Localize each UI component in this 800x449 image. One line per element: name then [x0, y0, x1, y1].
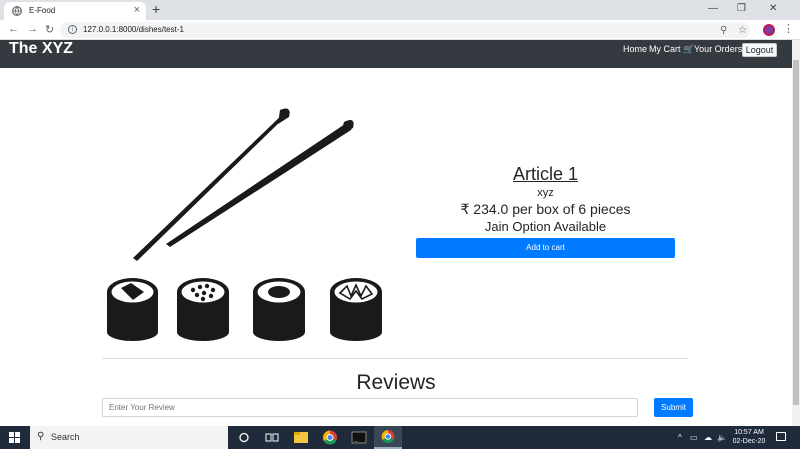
- terminal-icon[interactable]: _: [345, 426, 373, 449]
- sushi-roll-2-icon: [177, 278, 229, 341]
- minimize-icon[interactable]: —: [708, 3, 718, 14]
- reviews-heading: Reviews: [356, 371, 436, 394]
- search-icon: ⚲: [37, 431, 45, 442]
- taskbar-clock[interactable]: 10:57 AM 02-Dec-20: [731, 428, 767, 446]
- browser-tab[interactable]: E-Food ×: [4, 2, 146, 20]
- taskbar-search[interactable]: ⚲ Search: [30, 426, 228, 449]
- info-icon[interactable]: i: [68, 25, 77, 34]
- dish-option: Jain Option Available: [484, 219, 607, 234]
- site-navbar: The XYZ Home My Cart 🛒 Your Orders Logou…: [0, 40, 792, 68]
- window-close-icon[interactable]: ✕: [769, 3, 777, 14]
- tab-close-icon[interactable]: ×: [134, 4, 140, 16]
- reload-icon[interactable]: ↻: [45, 23, 54, 36]
- taskbar-search-label: Search: [51, 432, 80, 442]
- clock-date: 02-Dec-20: [732, 438, 766, 445]
- chopsticks-icon: [133, 108, 354, 262]
- new-tab-icon[interactable]: +: [152, 1, 160, 17]
- star-icon[interactable]: ☆: [738, 25, 747, 36]
- windows-start-icon[interactable]: [0, 426, 30, 449]
- forward-icon[interactable]: →: [27, 23, 38, 35]
- sushi-roll-4-icon: [330, 278, 382, 341]
- nav-cart-link[interactable]: My Cart 🛒: [649, 44, 694, 55]
- profile-avatar[interactable]: [763, 24, 775, 36]
- scroll-thumb[interactable]: [793, 60, 799, 405]
- notification-icon[interactable]: [776, 432, 786, 441]
- dish-info-panel: Article 1 xyz ₹ 234.0 per box of 6 piece…: [416, 160, 675, 258]
- nav-home-link[interactable]: Home: [623, 44, 647, 54]
- tray-chevron-icon[interactable]: ^: [678, 433, 682, 442]
- sushi-roll-1-icon: [107, 278, 158, 341]
- dish-price: ₹ 234.0 per box of 6 pieces: [460, 201, 631, 217]
- task-view-icon[interactable]: [258, 426, 286, 449]
- brand-logo[interactable]: The XYZ: [9, 40, 73, 58]
- url-text: 127.0.0.1:8000/dishes/test-1: [83, 25, 184, 34]
- address-bar[interactable]: i 127.0.0.1:8000/dishes/test-1 ⚲ ☆: [60, 22, 750, 38]
- sushi-chopsticks-image: [107, 108, 382, 341]
- section-divider: [102, 358, 688, 359]
- dish-title: Article 1: [512, 164, 579, 184]
- back-icon[interactable]: ←: [8, 23, 19, 35]
- file-explorer-icon[interactable]: [287, 426, 315, 449]
- dish-subtitle: xyz: [537, 187, 554, 199]
- windows-taskbar: ⚲ Search _ ^ ▭ ☁ 🔈 10:57 AM 02-Dec-20: [0, 426, 800, 449]
- network-icon[interactable]: ▭: [690, 433, 698, 442]
- browser-tabstrip: E-Food × + — ❐ ✕: [0, 0, 800, 20]
- submit-review-button[interactable]: Submit: [654, 398, 693, 417]
- sushi-roll-3-icon: [253, 278, 305, 341]
- cortana-icon[interactable]: [230, 426, 258, 449]
- chrome-icon[interactable]: [316, 426, 344, 449]
- nav-orders-link[interactable]: Your Orders: [694, 44, 742, 54]
- review-input[interactable]: [102, 398, 638, 417]
- chrome-active-icon[interactable]: [374, 426, 402, 449]
- tab-title: E-Food: [29, 6, 56, 15]
- svg-text:_: _: [354, 435, 358, 442]
- maximize-icon[interactable]: ❐: [737, 3, 746, 14]
- add-to-cart-button[interactable]: Add to cart: [416, 238, 675, 258]
- browser-toolbar: ← → ↻ i 127.0.0.1:8000/dishes/test-1 ⚲ ☆: [0, 20, 800, 40]
- clock-time: 10:57 AM: [734, 429, 764, 436]
- menu-icon[interactable]: ⋮: [783, 22, 794, 35]
- volume-icon[interactable]: 🔈: [717, 433, 727, 442]
- logout-button[interactable]: Logout: [742, 43, 777, 57]
- globe-icon: [12, 6, 22, 16]
- page-scrollbar[interactable]: [792, 40, 800, 426]
- zoom-icon[interactable]: ⚲: [720, 25, 727, 36]
- cloud-icon[interactable]: ☁: [704, 433, 712, 442]
